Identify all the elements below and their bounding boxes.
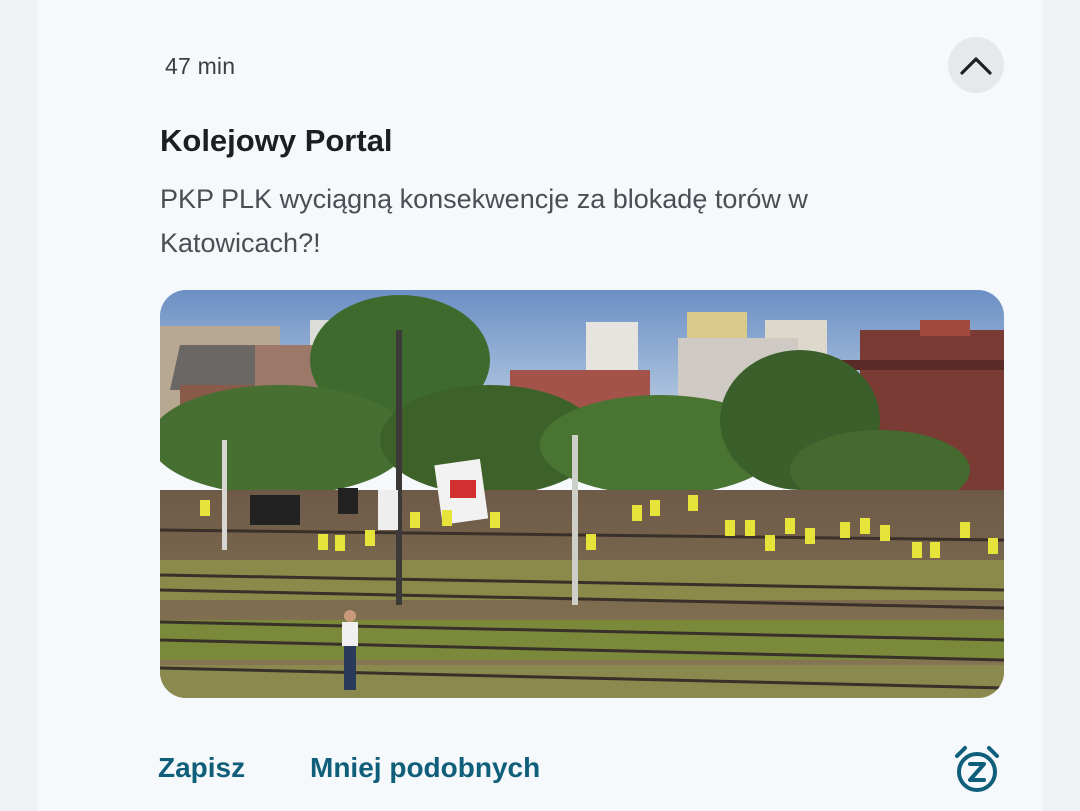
alarm-clock-z-icon[interactable] bbox=[952, 744, 1002, 794]
less-similar-button[interactable]: Mniej podobnych bbox=[310, 752, 540, 784]
save-button[interactable]: Zapisz bbox=[158, 752, 245, 784]
headline[interactable]: PKP PLK wyciągną konsekwencje za blokadę… bbox=[160, 177, 920, 265]
news-photo[interactable] bbox=[160, 290, 1004, 698]
source-name: Kolejowy Portal bbox=[160, 123, 393, 158]
chevron-up-icon bbox=[960, 57, 992, 75]
news-card: 47 min Kolejowy Portal PKP PLK wyciągną … bbox=[38, 0, 1042, 811]
time-ago: 47 min bbox=[165, 53, 236, 79]
collapse-button[interactable] bbox=[948, 37, 1004, 93]
